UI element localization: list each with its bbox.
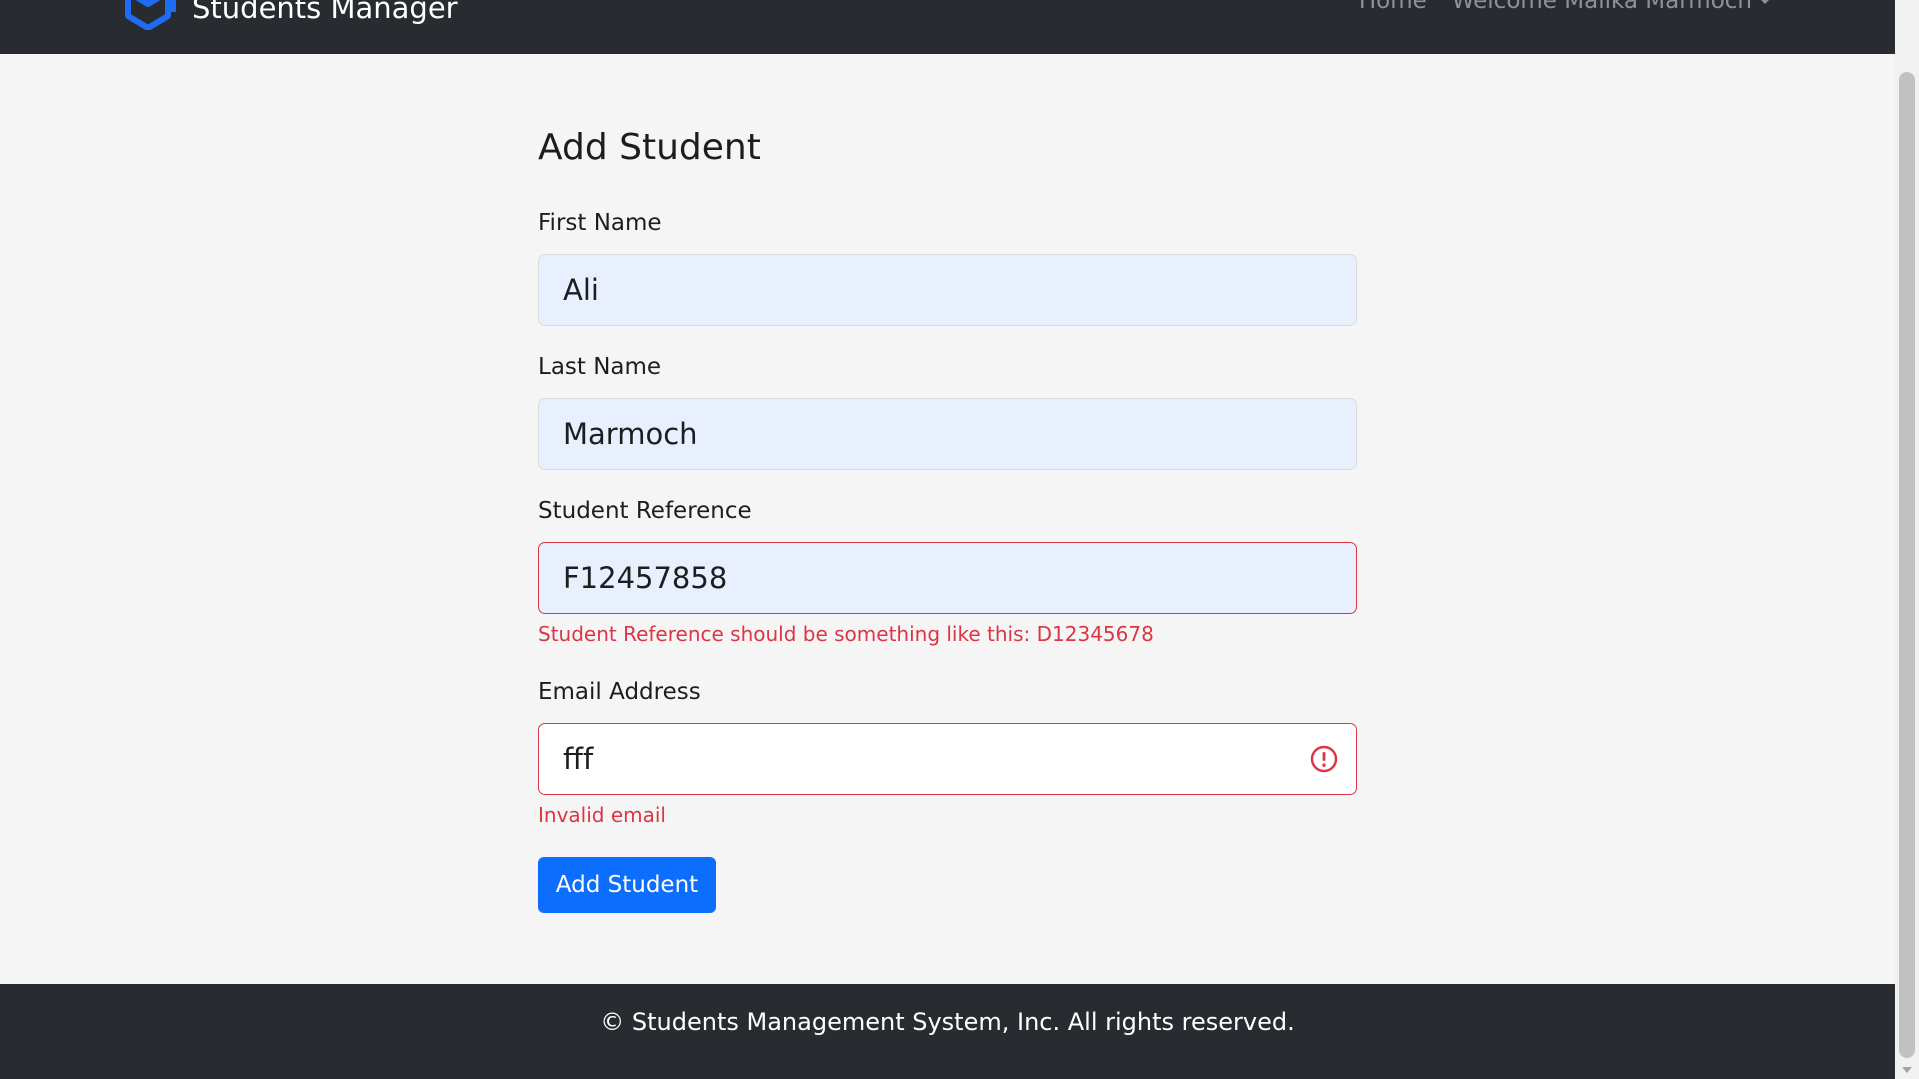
welcome-text: Welcome Malika Marmoch (1451, 0, 1752, 14)
last-name-label: Last Name (538, 354, 662, 380)
student-reference-label: Student Reference (538, 498, 752, 524)
brand-name[interactable]: Students Manager (192, 0, 458, 25)
nav-links: Home Welcome Malika Marmoch (1359, 0, 1770, 14)
student-reference-input[interactable] (538, 542, 1357, 614)
viewport: Students Manager Home Welcome Malika Mar… (0, 0, 1919, 1079)
alert-circle-icon (1310, 745, 1338, 773)
box-logo-icon (125, 0, 176, 30)
caret-down-icon (1760, 0, 1770, 4)
brand[interactable]: Students Manager (124, 0, 458, 30)
add-student-form: Add Student First Name Last Name Student… (538, 124, 1357, 913)
vertical-scrollbar[interactable] (1895, 0, 1919, 1079)
email-input[interactable] (538, 723, 1357, 795)
scroll-down-arrow-icon[interactable] (1902, 1067, 1912, 1073)
footer-copyright: © Students Management System, Inc. All r… (600, 1007, 1295, 1036)
student-reference-error: Student Reference should be something li… (538, 622, 1154, 646)
navbar: Students Manager Home Welcome Malika Mar… (0, 0, 1895, 54)
last-name-input[interactable] (538, 398, 1357, 470)
page-content: Students Manager Home Welcome Malika Mar… (0, 0, 1895, 1079)
first-name-label: First Name (538, 210, 662, 236)
user-menu-dropdown[interactable]: Welcome Malika Marmoch (1452, 0, 1770, 14)
add-student-button[interactable]: Add Student (538, 857, 716, 913)
footer: © Students Management System, Inc. All r… (0, 984, 1895, 1079)
email-label: Email Address (538, 679, 701, 705)
nav-home-link[interactable]: Home (1359, 0, 1427, 14)
first-name-input[interactable] (538, 254, 1357, 326)
page-title: Add Student (538, 127, 761, 168)
email-error: Invalid email (538, 803, 666, 827)
scrollbar-thumb[interactable] (1899, 72, 1915, 1058)
